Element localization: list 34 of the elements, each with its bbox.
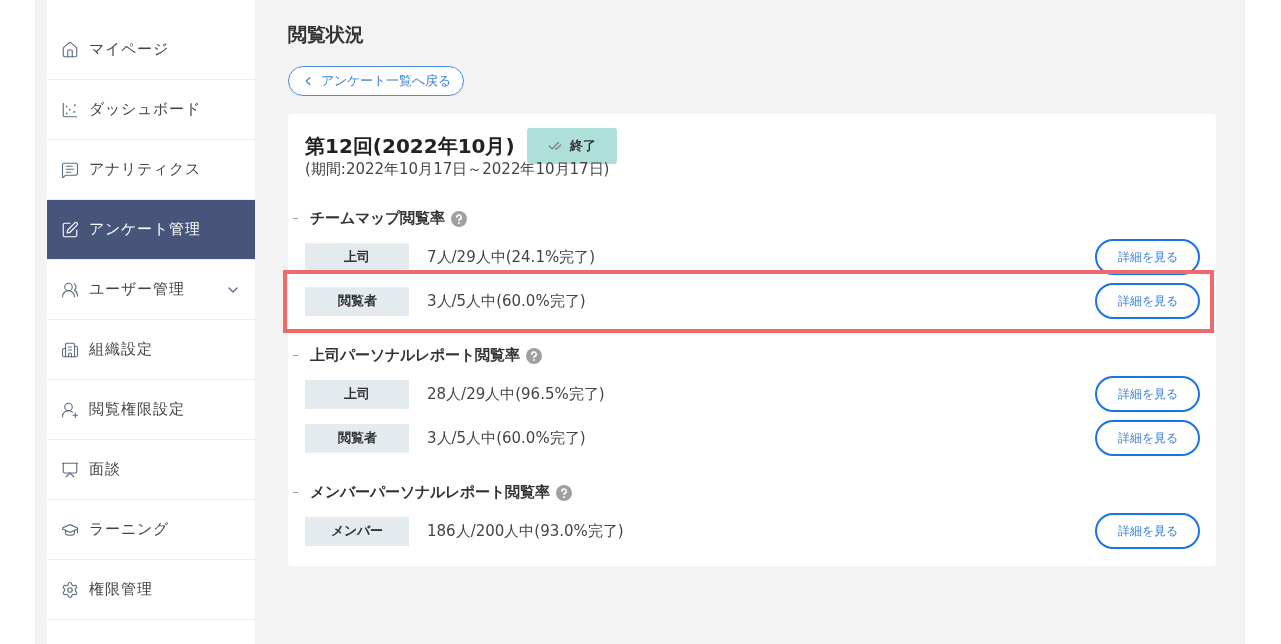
section-heading: 上司パーソナルレポート閲覧率 [310,346,520,365]
menu-item-icon [61,340,79,359]
view-count: 3人/5人中(60.0%完了) [427,428,587,448]
view-count: 7人/29人中(24.1%完了) [427,247,597,267]
survey-title: 第12回(2022年10月) [305,132,515,160]
help-icon[interactable] [526,347,542,364]
double-check-icon [547,139,562,153]
details-button[interactable]: 詳細を見る [1095,513,1200,549]
menu-item-icon [61,460,79,479]
details-button[interactable]: 詳細を見る [1095,420,1200,456]
help-icon[interactable] [556,484,572,501]
page-title: 閲覧状況 [288,22,364,47]
section-heading: チームマップ閲覧率 [310,209,445,228]
role-label: メンバー [305,516,409,546]
details-button[interactable]: 詳細を見る [1095,376,1200,412]
section-heading: メンバーパーソナルレポート閲覧率 [310,483,550,502]
menu-item-icon [61,580,79,599]
menu-item-icon [61,280,79,299]
role-label: 上司 [305,242,409,272]
details-button[interactable]: 詳細を見る [1095,283,1200,319]
menu-item-icon [61,40,79,59]
back-link[interactable]: アンケート一覧へ戻る [288,66,464,96]
role-label: 閲覧者 [305,286,409,316]
help-icon[interactable] [451,210,467,227]
view-count: 3人/5人中(60.0%完了) [427,291,587,311]
sidebar-item[interactable]: アンケート管理 [47,200,255,260]
role-label: 閲覧者 [305,423,409,453]
view-count: 28人/29人中(96.5%完了) [427,384,606,404]
menu-item-icon [61,160,79,179]
role-label: 上司 [305,379,409,409]
view-count: 186人/200人中(93.0%完了) [427,521,625,541]
menu-item-icon [61,100,79,119]
menu-item-icon [61,220,79,239]
menu-item-icon [61,400,79,419]
